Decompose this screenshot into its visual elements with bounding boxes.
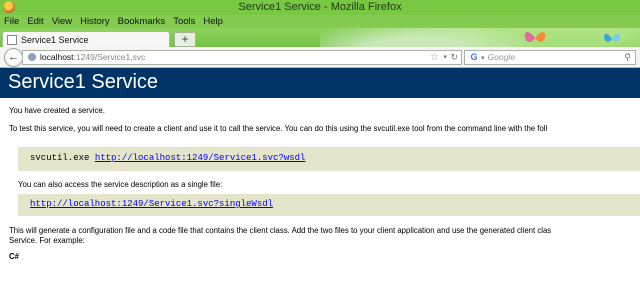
text-created: You have created a service.	[9, 106, 105, 115]
menu-history[interactable]: History	[80, 16, 110, 27]
single-wsdl-link[interactable]: http://localhost:1249/Service1.svc?singl…	[30, 199, 273, 209]
window-title: Service1 Service - Mozilla Firefox	[238, 1, 402, 13]
bookmark-star-icon[interactable]: ☆	[430, 51, 439, 64]
text-example: Service. For example:	[9, 236, 85, 245]
wsdl-link[interactable]: http://localhost:1249/Service1.svc?wsdl	[95, 153, 306, 163]
single-wsdl-block: http://localhost:1249/Service1.svc?singl…	[18, 194, 640, 216]
menu-bar: File Edit View History Bookmarks Tools H…	[0, 15, 640, 28]
tab-label: Service1 Service	[21, 35, 89, 45]
menu-tools[interactable]: Tools	[173, 16, 195, 27]
butterfly-decoration	[524, 32, 546, 42]
title-bar: Service1 Service - Mozilla Firefox	[0, 0, 640, 15]
menu-bookmarks[interactable]: Bookmarks	[118, 16, 166, 27]
menu-help[interactable]: Help	[203, 16, 223, 27]
search-engine-dropdown-icon[interactable]: ▾	[481, 55, 485, 62]
text-instructions: To test this service, you will need to c…	[9, 124, 548, 133]
code-language-label: C#	[9, 252, 19, 261]
command-block: svcutil.exe http://localhost:1249/Servic…	[18, 147, 640, 171]
url-bar[interactable]: localhost:1249/Service1.svc ☆ ▾ ↻	[22, 50, 462, 65]
page-content: Service1 Service You have created a serv…	[0, 68, 640, 265]
butterfly-decoration-2	[604, 33, 620, 42]
command-text: svcutil.exe	[30, 153, 90, 163]
globe-icon	[28, 53, 36, 61]
nav-bar: ← localhost:1249/Service1.svc ☆ ▾ ↻ G ▾ Go…	[0, 47, 640, 68]
menu-view[interactable]: View	[52, 16, 72, 27]
search-input[interactable]: Google	[488, 52, 515, 62]
theme-decoration	[320, 28, 640, 47]
text-single-file: You can also access the service descript…	[18, 180, 223, 189]
tab-strip: Service1 Service +	[0, 28, 640, 47]
url-path: :1249/Service1.svc	[73, 52, 146, 62]
history-dropdown-icon[interactable]: ▾	[443, 51, 447, 64]
search-icon[interactable]: ⚲	[624, 51, 631, 64]
page-icon	[7, 35, 17, 45]
url-host: localhost	[40, 52, 74, 62]
search-bar[interactable]: G ▾ Google ⚲	[464, 50, 636, 65]
search-engine-icon[interactable]: G	[469, 52, 479, 62]
tab-service1[interactable]: Service1 Service	[2, 31, 170, 47]
reload-icon[interactable]: ↻	[450, 51, 458, 64]
back-button[interactable]: ←	[4, 48, 23, 67]
menu-edit[interactable]: Edit	[27, 16, 43, 27]
menu-file[interactable]: File	[4, 16, 19, 27]
text-generate: This will generate a configuration file …	[9, 226, 552, 235]
page-heading: Service1 Service	[0, 68, 640, 98]
new-tab-button[interactable]: +	[174, 32, 196, 47]
